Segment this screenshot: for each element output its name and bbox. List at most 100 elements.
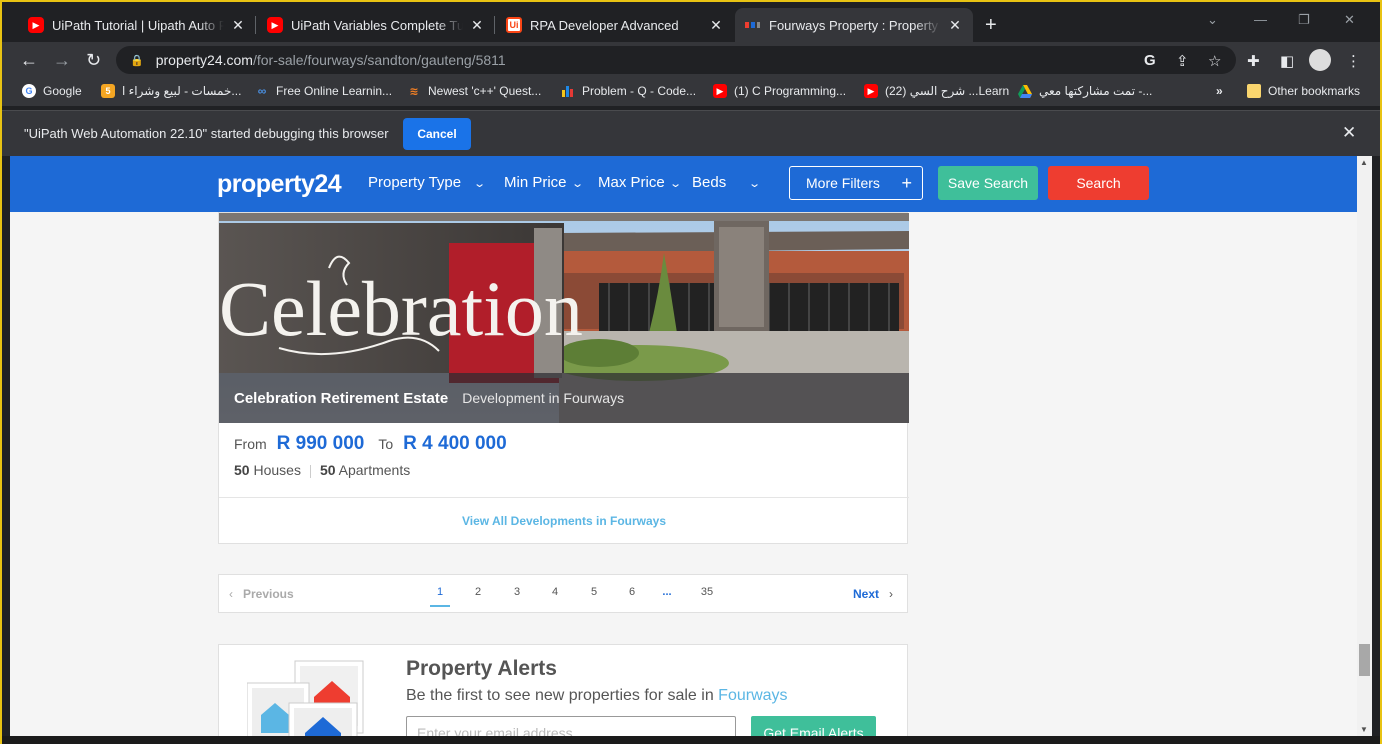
page-scrollbar[interactable]: ▲ ▼ (1357, 156, 1372, 736)
development-subtitle: Development in Fourways (462, 390, 625, 406)
bookmark-google[interactable]: G Google (22, 84, 82, 98)
next-page-button[interactable]: Next › (853, 587, 893, 601)
page-ellipsis: ... (662, 586, 672, 598)
scrollbar-thumb[interactable] (1359, 644, 1370, 676)
menu-icon[interactable]: ⋮ (1346, 52, 1361, 70)
max-price-filter[interactable]: Max Price ⌄ (598, 174, 682, 191)
restore-button[interactable]: ❐ (1298, 12, 1310, 28)
new-tab-button[interactable]: + (985, 14, 997, 37)
youtube-icon: ▶ (864, 84, 878, 98)
close-tab-icon[interactable]: ✕ (230, 17, 246, 34)
tab-rpa-developer[interactable]: Ui RPA Developer Advanced ✕ (496, 8, 734, 42)
debugging-infobar: "UiPath Web Automation 22.10" started de… (0, 110, 1382, 156)
view-all-developments-link[interactable]: View All Developments in Fourways (219, 497, 909, 544)
cancel-debugging-button[interactable]: Cancel (403, 118, 471, 150)
development-card[interactable]: Celebration Celebration Retirement Estat… (218, 212, 909, 544)
property-alerts-description: Be the first to see new properties for s… (406, 687, 788, 705)
tab-title: UiPath Tutorial | Uipath Auto Fill I (52, 17, 224, 33)
close-tab-icon[interactable]: ✕ (708, 17, 724, 34)
previous-label: Previous (243, 587, 294, 601)
property-type-filter[interactable]: Property Type ⌄ (368, 174, 486, 191)
lock-icon[interactable]: 🔒 (130, 54, 144, 67)
page-1[interactable]: 1 (430, 586, 450, 607)
page-4[interactable]: 4 (545, 586, 565, 598)
bookmark-label: (22) شرح السي ...Learn (885, 84, 1010, 98)
bookmark-label: Google (43, 84, 82, 98)
beds-filter[interactable]: Beds ⌄ (692, 174, 762, 191)
chevron-down-icon: ⌄ (748, 178, 762, 190)
property24-logo[interactable]: property24 (217, 170, 342, 199)
scroll-up-icon[interactable]: ▲ (1360, 158, 1368, 167)
bookmark-label: Newest 'c++' Quest... (428, 84, 542, 98)
tab-uipath-variables[interactable]: ▶ UiPath Variables Complete Tutori ✕ (257, 8, 495, 42)
close-tab-icon[interactable]: ✕ (469, 17, 485, 34)
save-search-button[interactable]: Save Search (938, 166, 1038, 200)
page-2[interactable]: 2 (468, 586, 488, 598)
page-6[interactable]: 6 (622, 586, 642, 598)
extensions-icon[interactable]: ✚ (1247, 52, 1260, 70)
development-name[interactable]: Celebration Retirement Estate (234, 390, 448, 407)
tab-title: RPA Developer Advanced (530, 17, 679, 33)
search-button[interactable]: Search (1048, 166, 1149, 200)
to-price: R 4 400 000 (403, 433, 507, 454)
reload-icon[interactable]: ↻ (86, 50, 101, 71)
page-35[interactable]: 35 (697, 586, 717, 598)
chevron-right-icon: › (889, 587, 894, 601)
bookmark-drive[interactable]: تمت مشاركتها معي -... (1018, 84, 1152, 98)
bookmark-label: خمسات - لبيع وشراء ا... (122, 84, 242, 98)
bookmark-stackoverflow[interactable]: ≋ Newest 'c++' Quest... (407, 84, 541, 98)
pagination: ‹ Previous 1 2 3 4 5 6 ... 35 Next › (218, 574, 908, 613)
more-filters-button[interactable]: More Filters + (789, 166, 923, 200)
chevron-left-icon: ‹ (229, 587, 233, 601)
apartments-label: Apartments (338, 462, 411, 478)
bookmark-codeforces[interactable]: Problem - Q - Code... (561, 84, 696, 98)
tab-fourways-property[interactable]: Fourways Property : Property and ✕ (735, 8, 973, 42)
bookmark-label: Free Online Learnin... (276, 84, 393, 98)
minimize-button[interactable]: — (1254, 12, 1267, 27)
close-window-button[interactable]: ✕ (1344, 12, 1355, 28)
page-5[interactable]: 5 (584, 586, 604, 598)
bookmark-learn[interactable]: ▶ (22) شرح السي ...Learn (864, 84, 1009, 98)
development-photo[interactable]: Celebration Celebration Retirement Estat… (219, 213, 909, 423)
back-icon[interactable]: ← (20, 50, 38, 71)
uipath-icon: Ui (506, 17, 522, 33)
filter-label: Max Price (598, 174, 665, 191)
previous-page-button[interactable]: ‹ Previous (229, 587, 294, 601)
min-price-filter[interactable]: Min Price ⌄ (504, 174, 584, 191)
profile-avatar[interactable] (1309, 49, 1331, 71)
bookmark-star-icon[interactable]: ☆ (1208, 52, 1221, 70)
bookmarks-overflow[interactable]: » (1216, 84, 1223, 98)
youtube-icon: ▶ (713, 84, 727, 98)
apartments-count: 50 (319, 462, 336, 478)
unit-counts: 50 Houses 50 Apartments (234, 462, 410, 478)
address-bar[interactable]: 🔒 property24.com/for-sale/fourways/sandt… (116, 46, 1236, 74)
tab-search-icon[interactable]: ⌄ (1207, 12, 1218, 28)
bookmarks-bar: G Google 5 خمسات - لبيع وشراء ا... ∞ Free O… (0, 78, 1382, 106)
alerts-location-link[interactable]: Fourways (718, 687, 787, 704)
tab-title: UiPath Variables Complete Tutori (291, 17, 463, 33)
property-alerts-title: Property Alerts (406, 657, 557, 680)
bookmark-khamsat[interactable]: 5 خمسات - لبيع وشراء ا... (101, 84, 241, 98)
close-tab-icon[interactable]: ✕ (947, 17, 963, 34)
page-3[interactable]: 3 (507, 586, 527, 598)
alerts-description-text: Be the first to see new properties for s… (406, 687, 714, 704)
property24-icon (745, 17, 761, 33)
price-range: From R 990 000 To R 4 400 000 (234, 433, 521, 455)
chevron-down-icon: ⌄ (570, 178, 584, 190)
bookmark-other[interactable]: Other bookmarks (1247, 84, 1360, 98)
codeforces-icon (561, 84, 575, 98)
from-label: From (234, 436, 267, 452)
taskbar (0, 736, 1382, 744)
forward-icon[interactable]: → (53, 50, 71, 71)
coursera-icon: ∞ (257, 84, 267, 98)
tab-uipath-tutorial[interactable]: ▶ UiPath Tutorial | Uipath Auto Fill I ✕ (18, 8, 256, 42)
google-lens-icon[interactable]: G (1144, 52, 1156, 69)
close-infobar-icon[interactable]: ✕ (1342, 123, 1356, 143)
url-domain: property24.com (155, 52, 253, 68)
share-icon[interactable]: ⇪ (1176, 52, 1189, 70)
bookmark-coursera[interactable]: ∞ Free Online Learnin... (255, 84, 392, 98)
scroll-down-icon[interactable]: ▼ (1360, 725, 1368, 734)
bookmark-c-programming[interactable]: ▶ (1) C Programming... (713, 84, 846, 98)
houses-count: 50 (234, 462, 250, 478)
side-panel-icon[interactable]: ◧ (1280, 52, 1294, 70)
